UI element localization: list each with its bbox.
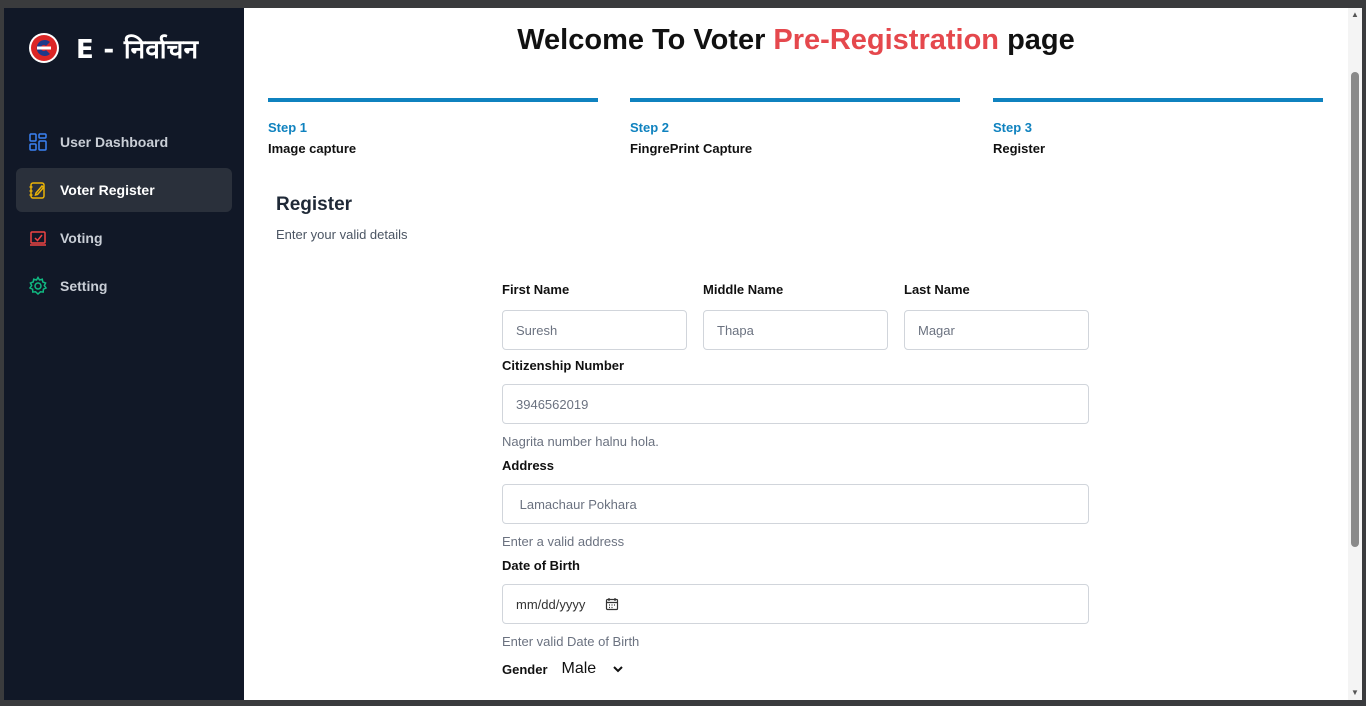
page-title-accent: Pre-Registration — [773, 24, 1000, 56]
calendar-icon[interactable] — [605, 597, 619, 611]
sidebar-item-user-dashboard[interactable]: User Dashboard — [16, 120, 232, 164]
sidebar-item-voting[interactable]: Voting — [16, 216, 232, 260]
brand-title: E - निर्वाचन — [76, 35, 199, 65]
step-number: Step 2 — [630, 120, 670, 135]
register-form: First Name Suresh Middle Name Thapa Last… — [502, 282, 1089, 678]
dashboard-grid-icon — [29, 133, 47, 151]
citizenship-help: Nagrita number halnu hola. — [502, 434, 659, 449]
dob-help: Enter valid Date of Birth — [502, 634, 640, 649]
middle-name-input[interactable]: Thapa — [703, 310, 888, 350]
dob-placeholder: mm/dd/yyyy — [516, 596, 586, 612]
address-help: Enter a valid address — [502, 534, 625, 549]
scrollbar-thumb[interactable] — [1351, 72, 1359, 547]
last-name-group: Last Name Magar — [904, 282, 1089, 350]
step-name: Image capture — [268, 141, 357, 156]
edit-notebook-icon — [29, 182, 45, 199]
brand[interactable]: E - निर्वाचन — [28, 30, 198, 66]
first-name-input[interactable]: Suresh — [502, 310, 687, 350]
last-name-input[interactable]: Magar — [904, 310, 1089, 350]
gender-label: Gender — [502, 661, 548, 677]
citizenship-input[interactable]: 3946562019 — [502, 384, 1089, 424]
sidebar-item-label: Setting — [60, 278, 108, 294]
sidebar-item-label: User Dashboard — [60, 134, 169, 150]
page-title-text: Welcome To Voter — [517, 24, 774, 56]
gender-select[interactable]: Male — [562, 660, 625, 678]
step-number: Step 3 — [993, 120, 1033, 135]
browser-window: E - निर्वाचन User Dashboard Voter Regist… — [4, 8, 1362, 700]
gear-icon — [28, 276, 48, 296]
sidebar-item-label: Voting — [60, 230, 103, 246]
app-logo-icon — [29, 33, 59, 63]
dob-input[interactable]: mm/dd/yyyy — [502, 584, 1089, 624]
scroll-down-icon[interactable]: ▼ — [1351, 689, 1359, 697]
sidebar-item-setting[interactable]: Setting — [16, 264, 232, 308]
main-content: Welcome To Voter Pre-Registration page S… — [244, 8, 1348, 700]
first-name-label: First Name — [502, 282, 570, 297]
step-2: Step 2 FingrePrint Capture — [630, 98, 960, 156]
section-subtitle: Enter your valid details — [276, 227, 408, 242]
address-input[interactable]: Lamachaur Pokhara — [502, 484, 1089, 524]
name-row: First Name Suresh Middle Name Thapa Last… — [502, 282, 1089, 350]
gender-value: Male — [561, 660, 597, 677]
middle-name-label: Middle Name — [703, 282, 784, 297]
first-name-group: First Name Suresh — [502, 282, 687, 350]
sidebar-item-voter-register[interactable]: Voter Register — [16, 168, 232, 212]
gender-group: Gender Male — [502, 660, 1089, 678]
scroll-up-icon[interactable]: ▲ — [1351, 11, 1359, 19]
sidebar-nav: User Dashboard Voter Register Voting Set… — [16, 120, 232, 312]
voting-check-icon — [30, 231, 46, 246]
last-name-label: Last Name — [904, 282, 970, 297]
stepper: Step 1 Image capture Step 2 FingrePrint … — [268, 98, 1323, 158]
step-3: Step 3 Register — [993, 98, 1323, 156]
dob-group: Date of Birth mm/dd/yyyy Enter valid Dat… — [502, 558, 1089, 652]
citizenship-label: Citizenship Number — [502, 358, 625, 373]
step-name: FingrePrint Capture — [630, 141, 753, 156]
chevron-down-icon — [613, 666, 623, 673]
page-title: Welcome To Voter Pre-Registration page — [244, 24, 1348, 57]
step-1: Step 1 Image capture — [268, 98, 598, 156]
dob-label: Date of Birth — [502, 558, 580, 573]
address-group: Address Lamachaur Pokhara Enter a valid … — [502, 458, 1089, 552]
middle-name-group: Middle Name Thapa — [703, 282, 888, 350]
citizenship-group: Citizenship Number 3946562019 Nagrita nu… — [502, 358, 1089, 452]
page-title-text-end: page — [999, 24, 1075, 56]
page-scrollbar[interactable]: ▲ ▼ — [1348, 8, 1362, 700]
step-number: Step 1 — [268, 120, 308, 135]
address-label: Address — [502, 458, 555, 473]
sidebar: E - निर्वाचन User Dashboard Voter Regist… — [4, 8, 244, 700]
step-name: Register — [993, 141, 1046, 156]
section-title: Register — [276, 194, 353, 215]
sidebar-item-label: Voter Register — [60, 182, 155, 198]
